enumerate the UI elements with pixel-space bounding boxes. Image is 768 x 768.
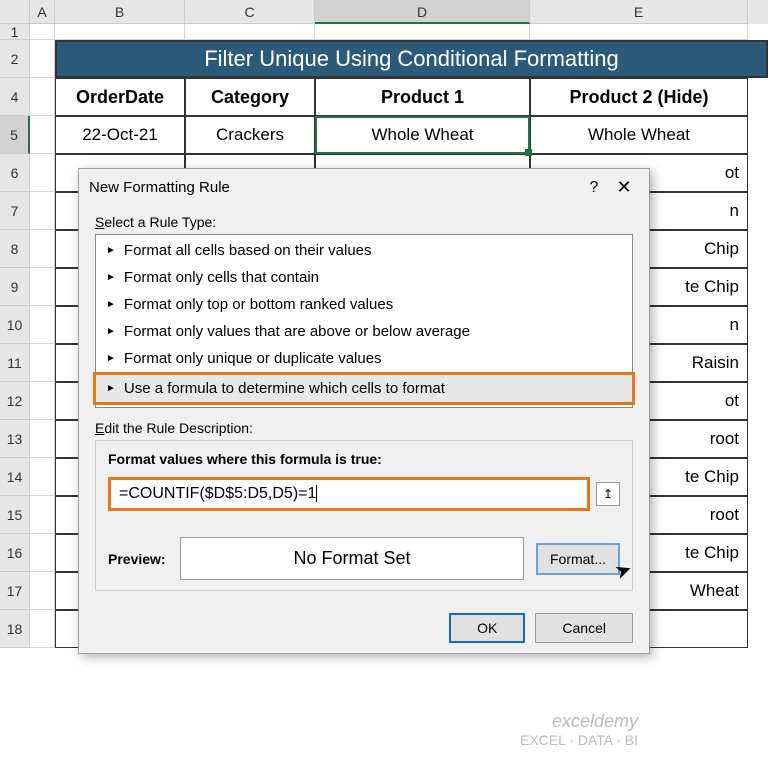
- bullet-icon: ►: [106, 245, 116, 256]
- close-icon[interactable]: ✕: [609, 177, 639, 198]
- edit-rule-label: Edit the Rule Description:: [95, 420, 633, 436]
- rule-item-average[interactable]: ►Format only values that are above or be…: [96, 318, 632, 345]
- bullet-icon: ►: [106, 353, 116, 364]
- row-header-18[interactable]: 18: [0, 610, 30, 648]
- ok-button[interactable]: OK: [449, 613, 525, 643]
- help-icon[interactable]: ?: [579, 179, 609, 197]
- rule-item-formula[interactable]: ►Use a formula to determine which cells …: [96, 375, 632, 402]
- row-header-16[interactable]: 16: [0, 534, 30, 572]
- dialog-titlebar[interactable]: New Formatting Rule ? ✕: [79, 169, 649, 206]
- header-product1[interactable]: Product 1: [315, 78, 530, 116]
- bullet-icon: ►: [106, 299, 116, 310]
- column-headers: A B C D E: [0, 0, 768, 24]
- cell-b1[interactable]: [55, 24, 185, 40]
- bullet-icon: ►: [106, 326, 116, 337]
- header-category[interactable]: Category: [185, 78, 315, 116]
- watermark: exceldemy EXCEL · DATA · BI: [520, 711, 638, 748]
- rule-item-ranked[interactable]: ►Format only top or bottom ranked values: [96, 291, 632, 318]
- select-all-corner[interactable]: [0, 0, 30, 24]
- bullet-icon: ►: [106, 272, 116, 283]
- rule-item-unique[interactable]: ►Format only unique or duplicate values: [96, 345, 632, 372]
- row-header-8[interactable]: 8: [0, 230, 30, 268]
- cell-e1[interactable]: [530, 24, 748, 40]
- preview-label: Preview:: [108, 551, 168, 567]
- row-header-17[interactable]: 17: [0, 572, 30, 610]
- cell-c5[interactable]: Crackers: [185, 116, 315, 154]
- cell-d1[interactable]: [315, 24, 530, 40]
- cell-a4[interactable]: [30, 78, 55, 116]
- format-button[interactable]: Format... ➤: [536, 543, 620, 575]
- highlight-selected-rule: ►Use a formula to determine which cells …: [93, 372, 635, 405]
- row-header-7[interactable]: 7: [0, 192, 30, 230]
- cell-a5[interactable]: [30, 116, 55, 154]
- cell-c1[interactable]: [185, 24, 315, 40]
- col-header-d[interactable]: D: [315, 0, 530, 24]
- cancel-button[interactable]: Cancel: [535, 613, 633, 643]
- row-header-6[interactable]: 6: [0, 154, 30, 192]
- select-rule-type-label: Select a Rule Type:: [95, 214, 633, 230]
- col-header-b[interactable]: B: [55, 0, 185, 24]
- formula-label: Format values where this formula is true…: [108, 451, 620, 467]
- col-header-a[interactable]: A: [30, 0, 55, 24]
- cell-a2[interactable]: [30, 40, 55, 78]
- title-cell[interactable]: Filter Unique Using Conditional Formatti…: [55, 40, 768, 78]
- col-header-c[interactable]: C: [185, 0, 315, 24]
- row-header-13[interactable]: 13: [0, 420, 30, 458]
- bullet-icon: ►: [106, 383, 116, 394]
- row-header-2[interactable]: 2: [0, 40, 30, 78]
- preview-box: No Format Set: [180, 537, 524, 580]
- row-header-5[interactable]: 5: [0, 116, 30, 154]
- cell-e5[interactable]: Whole Wheat: [530, 116, 748, 154]
- header-orderdate[interactable]: OrderDate: [55, 78, 185, 116]
- row-header-11[interactable]: 11: [0, 344, 30, 382]
- cell-a1[interactable]: [30, 24, 55, 40]
- row-header-1[interactable]: 1: [0, 24, 30, 40]
- edit-rule-panel: Format values where this formula is true…: [95, 440, 633, 591]
- row-header-12[interactable]: 12: [0, 382, 30, 420]
- col-header-e[interactable]: E: [530, 0, 748, 24]
- row-header-10[interactable]: 10: [0, 306, 30, 344]
- cell-b5[interactable]: 22-Oct-21: [55, 116, 185, 154]
- row-header-9[interactable]: 9: [0, 268, 30, 306]
- rule-item-contain[interactable]: ►Format only cells that contain: [96, 264, 632, 291]
- rule-item-all-cells[interactable]: ►Format all cells based on their values: [96, 237, 632, 264]
- row-header-15[interactable]: 15: [0, 496, 30, 534]
- cell-d5-selected[interactable]: Whole Wheat: [315, 116, 530, 154]
- range-selector-icon[interactable]: ↥: [596, 482, 620, 506]
- rule-type-list[interactable]: ►Format all cells based on their values …: [95, 234, 633, 408]
- cursor-icon: ➤: [611, 555, 635, 584]
- header-product2[interactable]: Product 2 (Hide): [530, 78, 748, 116]
- formula-input[interactable]: =COUNTIF($D$5:D5,D5)=1: [108, 477, 590, 511]
- row-header-14[interactable]: 14: [0, 458, 30, 496]
- new-formatting-rule-dialog: New Formatting Rule ? ✕ Select a Rule Ty…: [78, 168, 650, 654]
- dialog-title: New Formatting Rule: [89, 179, 579, 196]
- row-header-4[interactable]: 4: [0, 78, 30, 116]
